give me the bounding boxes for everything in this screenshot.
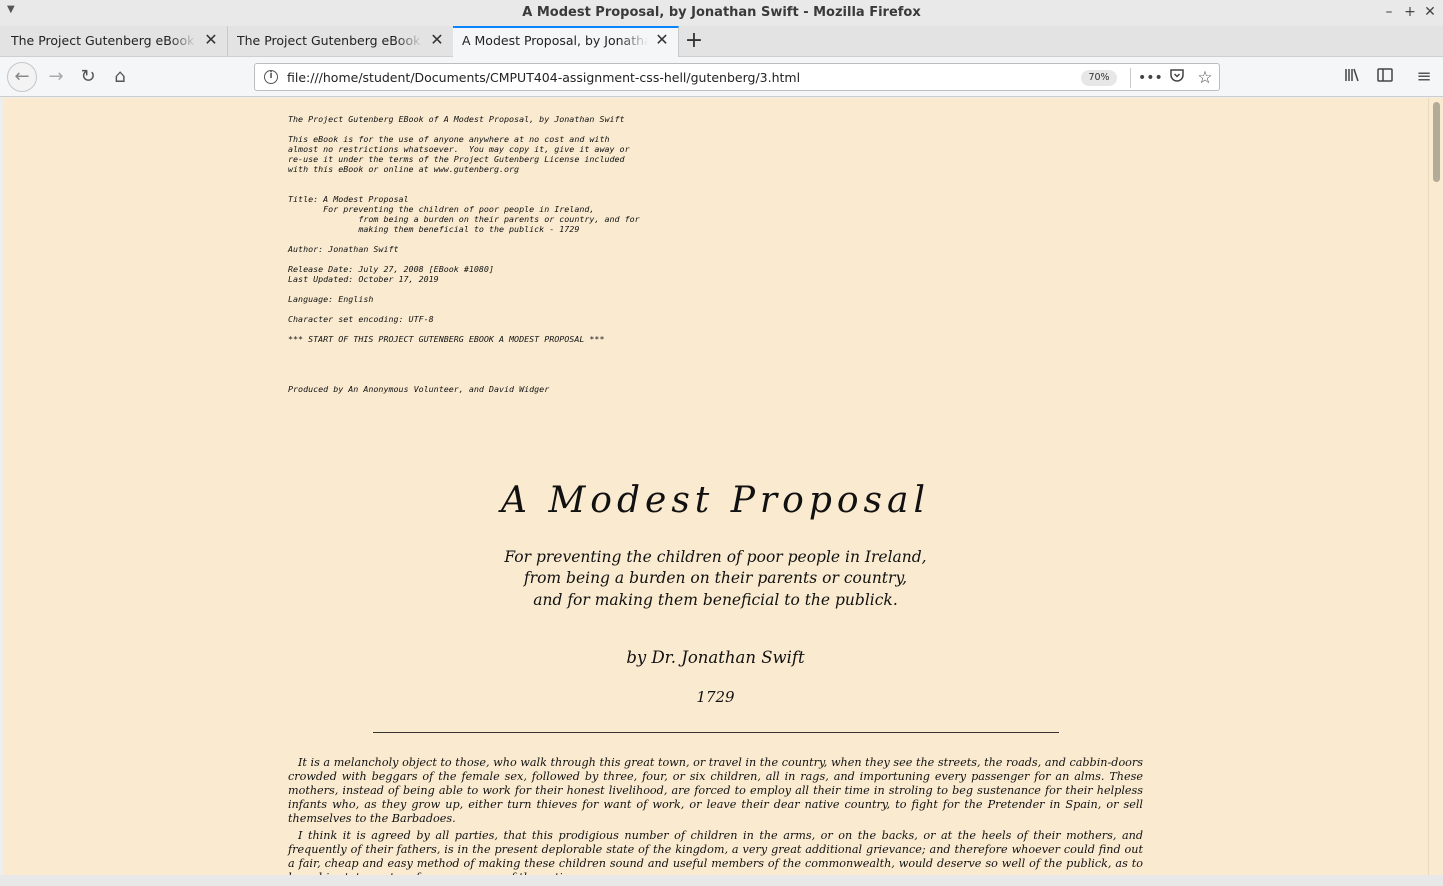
site-info-icon[interactable]: i (264, 70, 278, 84)
minimize-icon[interactable]: – (1380, 3, 1398, 21)
page-actions-icon[interactable]: ••• (1138, 67, 1163, 89)
back-icon[interactable]: ← (7, 62, 37, 92)
maximize-icon[interactable]: + (1401, 3, 1419, 21)
page-content: The Project Gutenberg EBook of A Modest … (3, 98, 1428, 875)
navigation-toolbar: ← → ↻ ⌂ i file:///home/student/Documents… (0, 57, 1443, 97)
tab-strip: The Project Gutenberg eBook of Pride ✕ T… (0, 26, 1443, 58)
scrollbar-thumb[interactable] (1433, 102, 1440, 182)
publication-year: 1729 (696, 688, 735, 706)
window-bottom-edge (0, 875, 1443, 886)
body-paragraph: It is a melancholy object to those, who … (288, 756, 1143, 825)
pocket-icon[interactable] (1166, 67, 1188, 89)
tab-pride-1[interactable]: The Project Gutenberg eBook of Pride ✕ (2, 26, 228, 57)
tab-pride-2[interactable]: The Project Gutenberg eBook of Pride ✕ (228, 26, 454, 57)
zoom-level-badge[interactable]: 70% (1081, 70, 1117, 86)
body-paragraph: I think it is agreed by all parties, tha… (288, 829, 1143, 875)
window-titlebar: ▼ A Modest Proposal, by Jonathan Swift -… (0, 0, 1443, 26)
book-title: A Modest Proposal (501, 480, 930, 521)
gutenberg-header: The Project Gutenberg EBook of A Modest … (288, 114, 640, 394)
vertical-scrollbar[interactable] (1428, 98, 1443, 875)
url-text[interactable]: file:///home/student/Documents/CMPUT404-… (287, 70, 800, 85)
subtitle-line: For preventing the children of poor peop… (504, 548, 927, 566)
new-tab-icon[interactable]: + (680, 28, 708, 54)
home-icon[interactable]: ⌂ (105, 62, 135, 92)
tab-label: The Project Gutenberg eBook of Pride (11, 33, 197, 48)
urlbar-separator (1130, 68, 1131, 88)
hamburger-menu-icon[interactable]: ≡ (1409, 62, 1439, 92)
bookmark-star-icon[interactable]: ☆ (1194, 67, 1216, 89)
subtitle-line: and for making them beneficial to the pu… (533, 591, 898, 609)
url-bar[interactable]: i file:///home/student/Documents/CMPUT40… (254, 63, 1220, 91)
tab-label: A Modest Proposal, by Jonathan Swift (462, 33, 648, 48)
window-title: A Modest Proposal, by Jonathan Swift - M… (522, 5, 921, 20)
library-icon[interactable] (1338, 62, 1368, 92)
author-byline: by Dr. Jonathan Swift (626, 648, 805, 667)
close-tab-icon[interactable]: ✕ (429, 31, 445, 49)
tab-label: The Project Gutenberg eBook of Pride (237, 33, 423, 48)
subtitle-line: from being a burden on their parents or … (523, 569, 908, 587)
close-window-icon[interactable]: ✕ (1421, 3, 1439, 21)
close-tab-icon[interactable]: ✕ (654, 31, 670, 49)
horizontal-rule (373, 732, 1059, 733)
reload-icon[interactable]: ↻ (73, 62, 103, 92)
sidebar-icon[interactable] (1370, 62, 1400, 92)
tab-modest-proposal[interactable]: A Modest Proposal, by Jonathan Swift ✕ (453, 26, 679, 58)
close-tab-icon[interactable]: ✕ (203, 31, 219, 49)
forward-icon[interactable]: → (41, 62, 71, 92)
